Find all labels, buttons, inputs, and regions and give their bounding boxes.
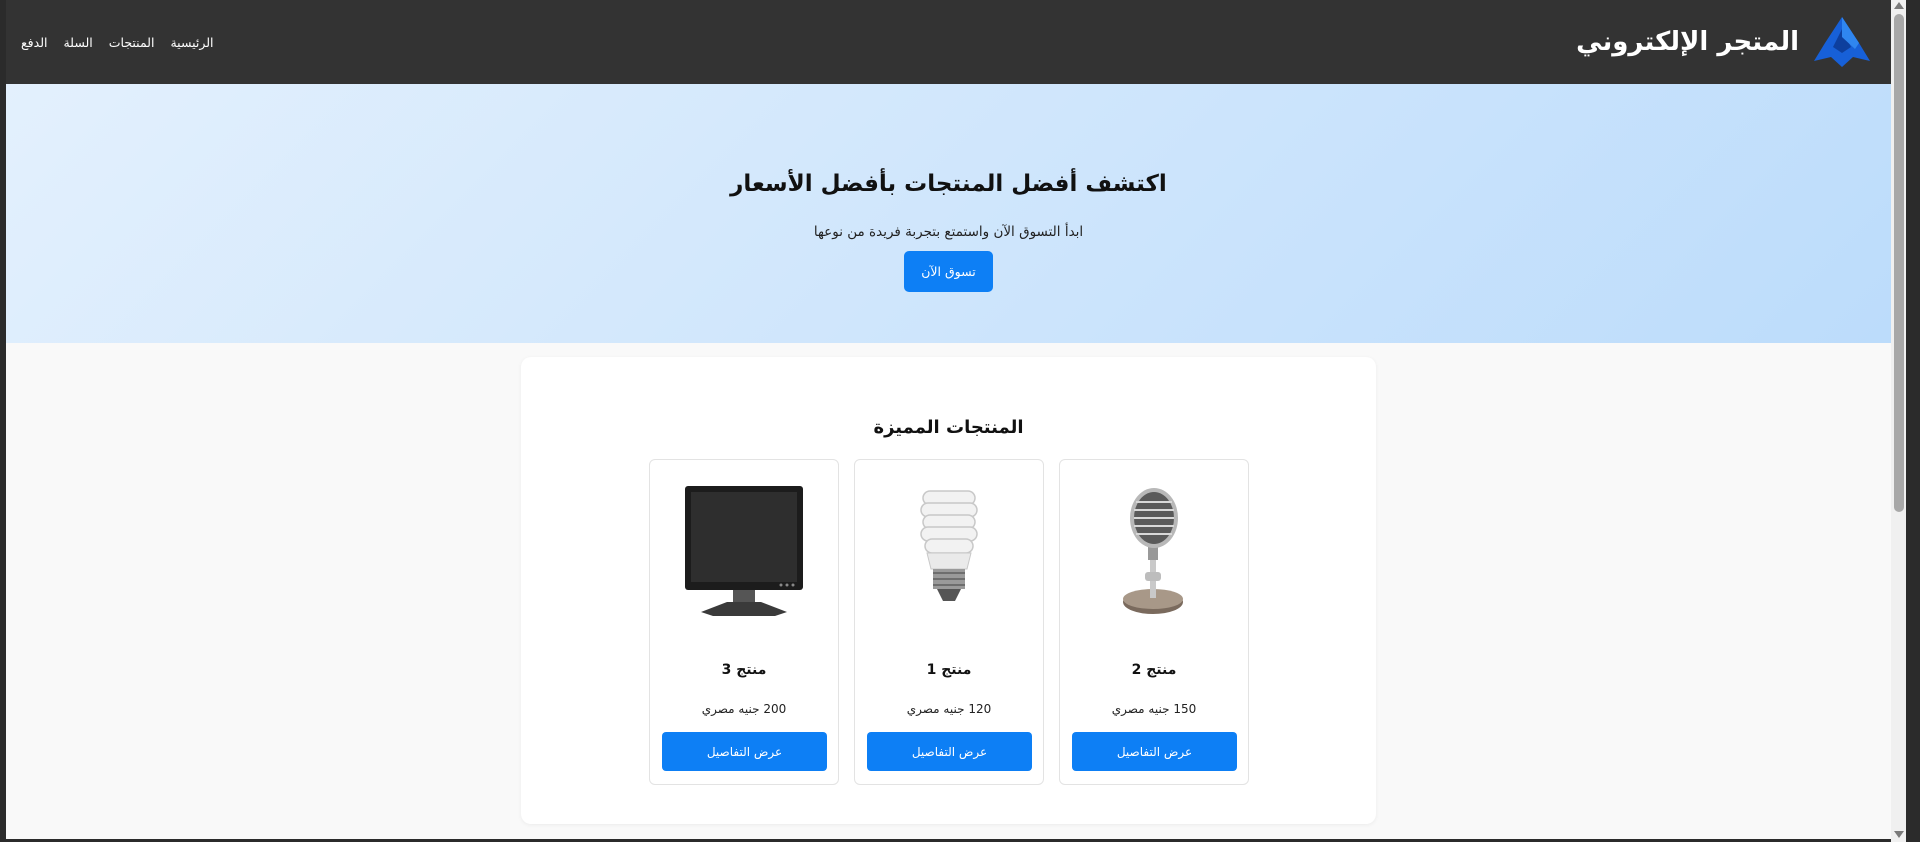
product-card: منتج 2 150 جنيه مصري عرض التفاصيل <box>1059 459 1249 785</box>
hero-subtitle: ابدأ التسوق الآن واستمتع بتجربة فريدة من… <box>813 224 1084 240</box>
logo-icon <box>1814 17 1870 67</box>
product-image[interactable] <box>650 480 838 620</box>
shop-now-button[interactable]: تسوق الآن <box>904 251 993 292</box>
nav-cart-link[interactable]: السلة <box>63 35 92 50</box>
product-image[interactable] <box>1060 480 1248 620</box>
product-name: منتج 3 <box>721 662 767 678</box>
scrollbar-thumb[interactable] <box>1894 14 1904 512</box>
view-details-button[interactable]: عرض التفاصيل <box>662 732 827 771</box>
main-nav: الرئيسية المنتجات السلة الدفع <box>21 35 214 50</box>
product-card: منتج 3 200 جنيه مصري عرض التفاصيل <box>649 459 839 785</box>
product-image[interactable] <box>855 480 1043 620</box>
hero-title: اكتشف أفضل المنتجات بأفضل الأسعار <box>730 171 1167 197</box>
page-viewport: المتجر الإلكتروني الرئيسية المنتجات السل… <box>6 0 1891 839</box>
monitor-icon <box>685 486 803 616</box>
product-card: منتج 1 120 جنيه مصري عرض التفاصيل <box>854 459 1044 785</box>
nav-products-link[interactable]: المنتجات <box>109 35 155 50</box>
product-name: منتج 1 <box>926 662 972 678</box>
scroll-down-arrow-icon[interactable] <box>1894 831 1904 838</box>
brand[interactable]: المتجر الإلكتروني <box>1576 15 1873 69</box>
nav-checkout-link[interactable]: الدفع <box>21 35 47 50</box>
site-header: المتجر الإلكتروني الرئيسية المنتجات السل… <box>6 0 1891 84</box>
vertical-scrollbar[interactable] <box>1891 0 1906 842</box>
product-name: منتج 2 <box>1131 662 1177 678</box>
product-price: 150 جنيه مصري <box>1111 702 1197 716</box>
scroll-up-arrow-icon[interactable] <box>1894 2 1904 9</box>
featured-title: المنتجات المميزة <box>873 417 1024 438</box>
featured-products-section: المنتجات المميزة منتج 2 150 جنيه مصري عر… <box>521 357 1376 824</box>
product-price: 200 جنيه مصري <box>701 702 787 716</box>
view-details-button[interactable]: عرض التفاصيل <box>867 732 1032 771</box>
brand-title: المتجر الإلكتروني <box>1576 27 1799 57</box>
nav-home-link[interactable]: الرئيسية <box>170 35 213 50</box>
hero-banner: اكتشف أفضل المنتجات بأفضل الأسعار ابدأ ا… <box>6 84 1891 343</box>
view-details-button[interactable]: عرض التفاصيل <box>1072 732 1237 771</box>
product-price: 120 جنيه مصري <box>906 702 992 716</box>
light-bulb-icon <box>920 490 978 601</box>
window-edge <box>1906 0 1920 842</box>
microphone-icon <box>1123 488 1183 614</box>
